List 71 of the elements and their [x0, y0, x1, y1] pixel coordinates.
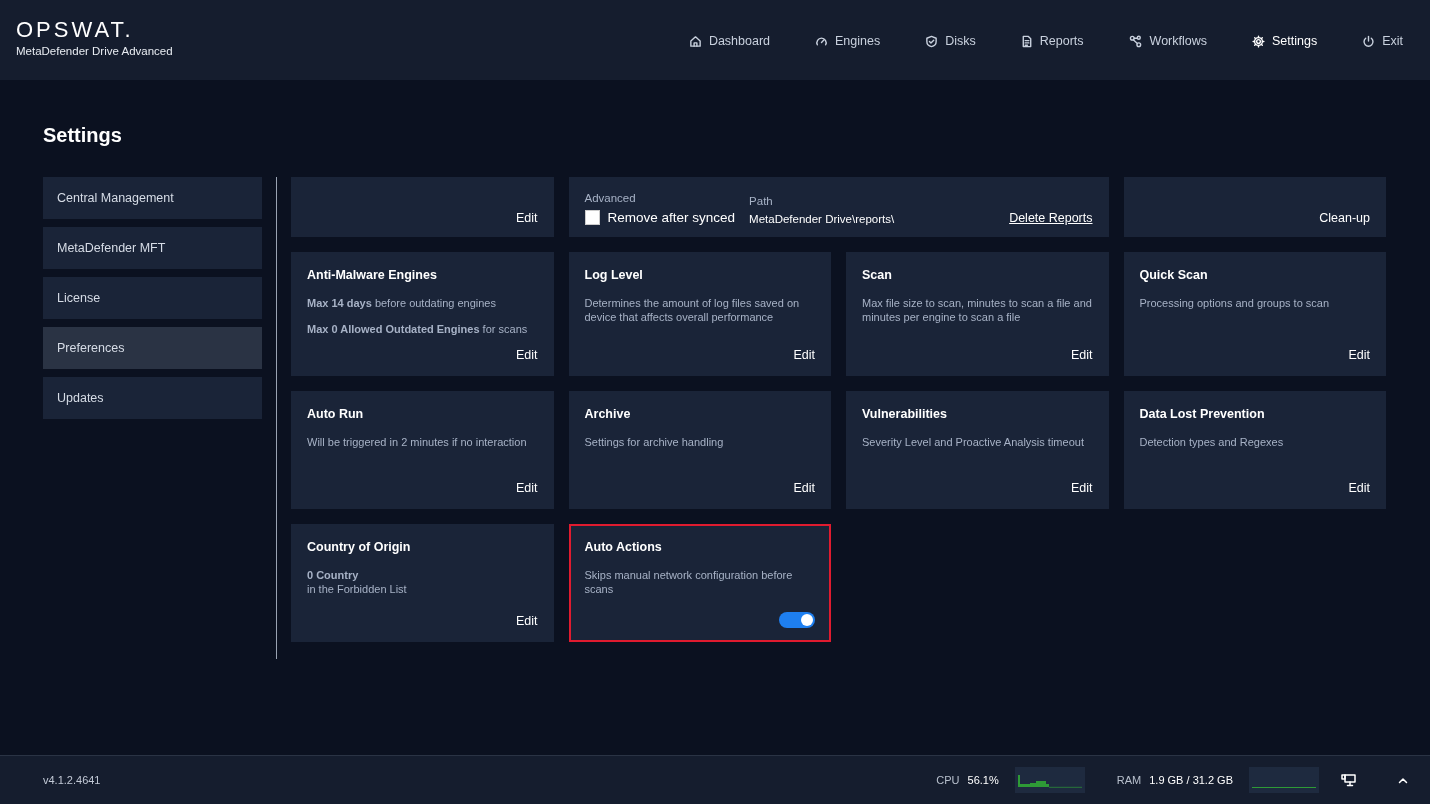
product-name: MetaDefender Drive Advanced	[16, 44, 173, 57]
edit-link[interactable]: Edit	[515, 211, 538, 225]
edit-link[interactable]: Edit	[793, 348, 815, 362]
cpu-value: 56.1%	[967, 774, 999, 786]
card-description: Severity Level and Proactive Analysis timeout	[862, 435, 1085, 449]
sidebar-item[interactable]: Preferences	[43, 327, 262, 369]
card-title: Quick Scan	[1139, 268, 1209, 282]
sidebar-item[interactable]: MetaDefender MFT	[43, 227, 262, 269]
card-title: Auto Actions	[584, 540, 663, 554]
card-title: Scan	[862, 268, 893, 282]
card-description: Skips manual network configuration before scans	[584, 568, 794, 596]
path-value: MetaDefender Drive\reports\	[749, 213, 896, 225]
edit-link[interactable]: Edit	[793, 481, 815, 495]
monitor-icon[interactable]	[1341, 773, 1356, 787]
card-title: Data Lost Prevention	[1139, 407, 1266, 421]
edit-link[interactable]: Edit	[1348, 348, 1370, 362]
delete-reports-link[interactable]: Delete Reports	[1009, 211, 1093, 225]
edit-link[interactable]: Edit	[1348, 481, 1370, 495]
nav-link[interactable]: Exit	[1351, 28, 1414, 54]
ram-label: RAM	[1116, 774, 1142, 786]
card-description: 0 Country in the Forbidden List	[307, 568, 408, 596]
shield-check-icon	[925, 34, 939, 48]
gauge-icon	[815, 34, 829, 48]
nav-link[interactable]: Workflows	[1117, 28, 1218, 54]
card-title: Anti-Malware Engines	[307, 268, 438, 282]
card-description: Detection types and Regexes	[1139, 435, 1285, 449]
nav-link[interactable]: Disks	[914, 28, 987, 54]
sidebar-item[interactable]: Updates	[43, 377, 262, 419]
card-title: Country of Origin	[307, 540, 412, 554]
nav-link[interactable]: Reports	[1009, 28, 1095, 54]
field-label: Advanced	[584, 192, 637, 204]
card-description: Max file size to scan, minutes to scan a file and minutes per engine to scan a file	[862, 296, 1093, 324]
cpu-label: CPU	[936, 774, 960, 786]
card-description: Max 0 Allowed Outdated Engines for scans	[307, 322, 529, 336]
checkbox-label: Remove after synced	[607, 210, 736, 225]
edit-link[interactable]: Edit	[1070, 348, 1093, 362]
nav-link[interactable]: Settings	[1241, 28, 1329, 54]
logo: OPSWAT.	[16, 17, 135, 42]
caret-up-icon[interactable]	[1398, 776, 1408, 784]
nav-link[interactable]: Engines	[804, 28, 892, 54]
edit-link[interactable]: Clean-up	[1319, 211, 1370, 225]
sidebar-item[interactable]: License	[43, 277, 262, 319]
card-description: Will be triggered in 2 minutes if no interaction	[307, 435, 528, 449]
workflow-icon	[1128, 34, 1143, 48]
toggle-switch[interactable]	[779, 612, 815, 628]
ram-value: 1.9 GB / 31.2 GB	[1149, 774, 1233, 786]
document-icon	[1020, 34, 1033, 48]
power-icon	[1362, 34, 1376, 48]
card-description: Processing options and groups to scan	[1139, 296, 1331, 310]
sidebar-item[interactable]: Central Management	[43, 177, 262, 219]
edit-link[interactable]: Edit	[1070, 481, 1093, 495]
card-title: Vulnerabilities	[862, 407, 948, 421]
card-description: Determines the amount of log files saved on device that affects overall performance	[584, 296, 801, 324]
card-description: Settings for archive handling	[584, 435, 725, 449]
card-title: Archive	[584, 407, 632, 421]
edit-link[interactable]: Edit	[515, 348, 538, 362]
card-title: Auto Run	[307, 407, 365, 421]
edit-link[interactable]: Edit	[515, 481, 538, 495]
settings-icon	[1252, 34, 1265, 48]
page-title: Settings	[43, 124, 123, 148]
cpu-sparkline	[1014, 767, 1085, 793]
nav-link[interactable]: Dashboard	[677, 28, 782, 54]
card-description: Max 14 days before outdating engines	[307, 296, 497, 310]
field-label: Path	[749, 195, 774, 207]
edit-link[interactable]: Edit	[515, 614, 538, 628]
home-icon	[688, 34, 702, 48]
checkbox[interactable]	[584, 210, 600, 225]
version-text: v4.1.2.4641	[43, 774, 101, 786]
checkbox-option[interactable]: Remove after synced	[584, 210, 736, 225]
ram-sparkline	[1249, 767, 1319, 793]
card-title: Log Level	[584, 268, 644, 282]
